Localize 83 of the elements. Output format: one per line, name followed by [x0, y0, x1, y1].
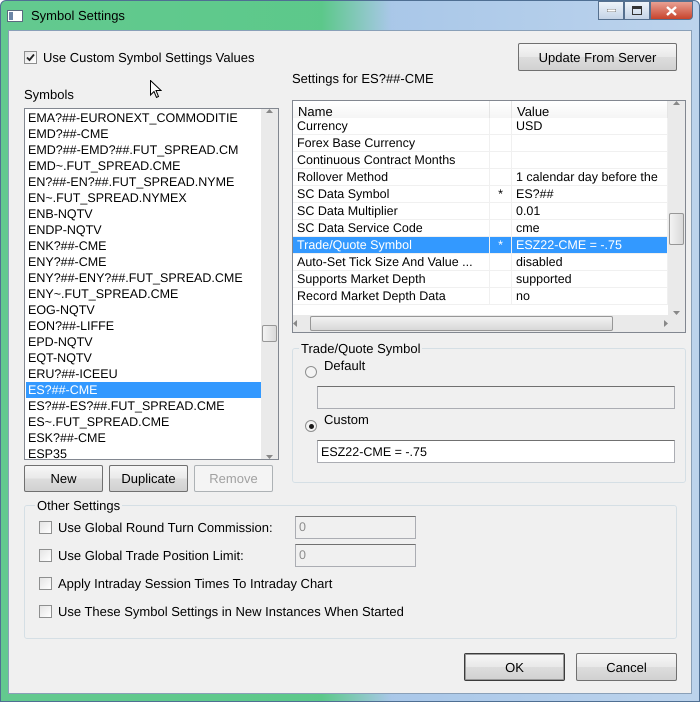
symbol-list-item[interactable]: ES~.FUT_SPREAD.CME — [26, 414, 261, 430]
maximize-button[interactable] — [624, 1, 650, 20]
symbol-list-item[interactable]: ESK?##-CME — [26, 430, 261, 446]
table-cell[interactable]: SC Data Service Code — [293, 220, 490, 237]
table-cell[interactable]: Continuous Contract Months — [293, 152, 490, 169]
checkbox[interactable] — [39, 520, 52, 534]
minimize-button[interactable] — [598, 1, 624, 20]
table-cell — [490, 118, 512, 135]
table-cell — [490, 254, 512, 271]
scrollbar[interactable] — [293, 315, 668, 332]
symbol-list-item[interactable]: ENK?##-CME — [26, 238, 261, 254]
maximize-icon — [632, 6, 642, 15]
symbol-list-item[interactable]: ENY?##-CME — [26, 254, 261, 270]
table-cell: no — [512, 288, 668, 305]
scroll-thumb[interactable] — [310, 316, 613, 331]
table-cell: supported — [512, 271, 668, 288]
settings-title: Settings for ES?##-CME — [292, 71, 434, 86]
symbol-list-item[interactable]: EMD~.FUT_SPREAD.CME — [26, 158, 261, 174]
symbol-list-item[interactable]: ESP35 — [26, 446, 261, 459]
checkbox[interactable] — [24, 50, 37, 64]
radio-label: Default — [324, 358, 366, 373]
table-cell[interactable]: Record Market Depth Data — [293, 288, 490, 305]
window-title: Symbol Settings — [31, 8, 126, 23]
table-cell[interactable]: SC Data Symbol — [293, 186, 490, 203]
list-action-button[interactable]: New — [24, 465, 103, 492]
symbol-list-item[interactable]: ENDP-NQTV — [26, 222, 261, 238]
table-cell — [490, 220, 512, 237]
symbol-list-item[interactable]: EN?##-EN?##.FUT_SPREAD.NYME — [26, 174, 261, 190]
table-cell: ESZ22-CME = -.75 — [512, 237, 668, 254]
checkbox-label: Use Global Round Turn Commission: — [58, 520, 273, 534]
symbol-list-item[interactable]: EON?##-LIFFE — [26, 318, 261, 334]
update-from-server-button[interactable]: Update From Server — [518, 43, 677, 71]
symbol-list-item[interactable]: ENY?##-ENY?##.FUT_SPREAD.CME — [26, 270, 261, 286]
table-cell[interactable]: Supports Market Depth — [293, 271, 490, 288]
scrollbar[interactable] — [668, 101, 685, 315]
table-cell[interactable]: Currency — [293, 118, 490, 135]
checkbox[interactable] — [39, 604, 52, 618]
checkbox[interactable] — [39, 576, 52, 590]
symbol-list-item[interactable]: ERU?##-ICEEU — [26, 366, 261, 382]
checkbox-label: Apply Intraday Session Times To Intraday Chart — [58, 576, 332, 590]
dialog-button[interactable]: Cancel — [576, 653, 677, 681]
symbol-list-item[interactable]: EN~.FUT_SPREAD.NYMEX — [26, 190, 261, 206]
dialog-button[interactable]: OK — [464, 653, 565, 681]
table-cell: 1 calendar day before the — [512, 169, 668, 186]
table-cell: * — [490, 237, 512, 254]
table-cell: USD — [512, 118, 668, 135]
group-title: Other Settings — [36, 498, 122, 513]
radio-label: Custom — [324, 412, 369, 427]
list-action-button[interactable]: Duplicate — [109, 465, 188, 492]
table-cell[interactable]: SC Data Multiplier — [293, 203, 490, 220]
table-cell[interactable]: Rollover Method — [293, 169, 490, 186]
table-cell: ES?## — [512, 186, 668, 203]
radio-button[interactable] — [305, 420, 317, 432]
checkbox-label: Use These Symbol Settings in New Instances When Started — [58, 604, 404, 618]
symbol-list-item[interactable]: ES?##-ES?##.FUT_SPREAD.CME — [26, 398, 261, 414]
table-cell[interactable]: Forex Base Currency — [293, 135, 490, 152]
table-cell[interactable]: Auto-Set Tick Size And Value ... — [293, 254, 490, 271]
input-field[interactable]: ESZ22-CME = -.75 — [317, 440, 675, 463]
group-title: Trade/Quote Symbol — [300, 341, 422, 356]
scrollbar[interactable] — [261, 109, 278, 459]
table-cell: 0.01 — [512, 203, 668, 220]
symbol-list-item[interactable]: EMA?##-EURONEXT_COMMODITIE — [26, 110, 261, 126]
table-cell: disabled — [512, 254, 668, 271]
table-cell: cme — [512, 220, 668, 237]
symbol-list-item[interactable]: EMD?##-CME — [26, 126, 261, 142]
table-cell: * — [490, 186, 512, 203]
symbol-list-item[interactable]: EMD?##-EMD?##.FUT_SPREAD.CM — [26, 142, 261, 158]
symbol-list-item[interactable]: EQT-NQTV — [26, 350, 261, 366]
checkbox-label: Use Global Trade Position Limit: — [58, 548, 244, 562]
mouse-pointer-icon — [150, 80, 162, 99]
symbol-list-item[interactable]: ENB-NQTV — [26, 206, 261, 222]
scroll-thumb[interactable] — [262, 325, 277, 342]
symbol-list-item[interactable]: EPD-NQTV — [26, 334, 261, 350]
checkbox-label: Use Custom Symbol Settings Values — [43, 50, 254, 64]
scroll-thumb[interactable] — [669, 213, 684, 245]
close-button[interactable] — [650, 1, 693, 20]
symbol-list-item[interactable]: ENY~.FUT_SPREAD.CME — [26, 286, 261, 302]
checkbox[interactable] — [39, 548, 52, 562]
symbols-label: Symbols — [24, 87, 74, 102]
close-icon — [666, 6, 677, 16]
window-icon — [7, 8, 23, 22]
minimize-icon — [606, 9, 616, 12]
symbol-list-item[interactable]: EOG-NQTV — [26, 302, 261, 318]
